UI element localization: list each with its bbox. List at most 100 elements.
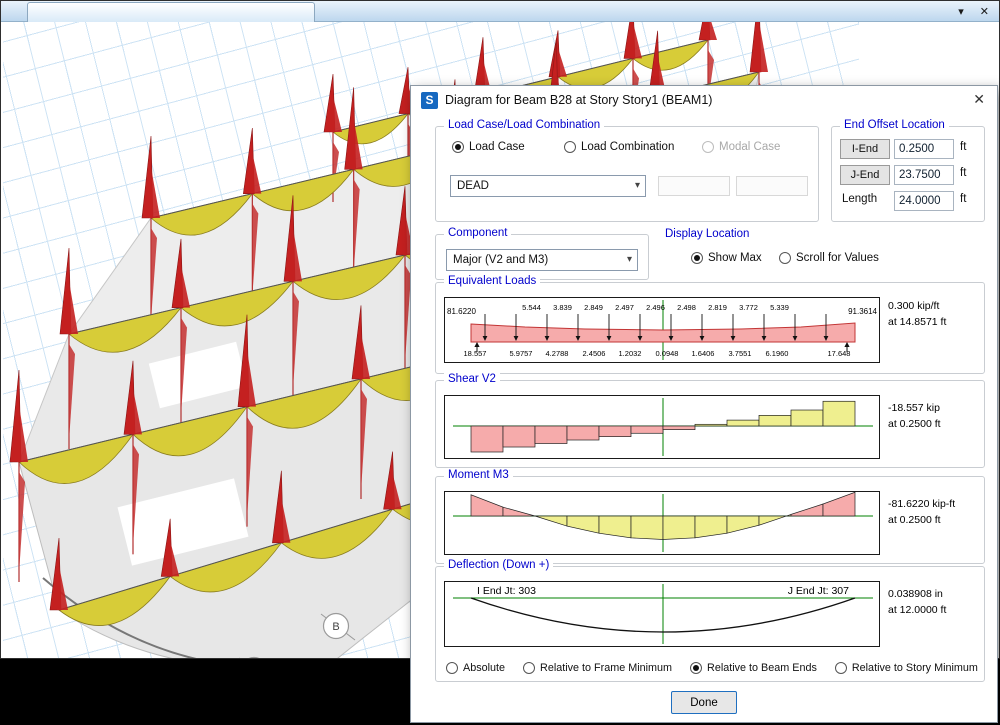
radio-label: Load Case — [469, 141, 525, 153]
svg-text:91.3614: 91.3614 — [848, 307, 877, 316]
svg-text:0.0948: 0.0948 — [656, 349, 679, 358]
radio-load-case[interactable]: Load Case — [452, 141, 525, 153]
radio-label: Relative to Beam Ends — [707, 662, 817, 674]
equivalent-loads-label: Equivalent Loads — [444, 275, 540, 287]
j-end-unit: ft — [960, 167, 966, 179]
svg-text:2.497: 2.497 — [615, 303, 634, 312]
j-end-button[interactable]: J-End — [840, 165, 890, 185]
load-case-select[interactable]: DEAD ▾ — [450, 175, 646, 197]
svg-text:3.7551: 3.7551 — [729, 349, 752, 358]
equivalent-loads-group: Equivalent Loads 5.5443.8392.8492.4972.4… — [435, 282, 985, 374]
radio-label: Absolute — [463, 662, 505, 674]
radio-icon — [702, 141, 714, 153]
svg-text:2.496: 2.496 — [646, 303, 665, 312]
radio-icon — [779, 252, 791, 264]
view-tab[interactable]: 3-D View Moment 3-3 Diagram (DEAD) [kip-… — [27, 2, 315, 22]
svg-text:2.819: 2.819 — [708, 303, 727, 312]
end-offset-group: End Offset Location I-End ft J-End ft Le… — [831, 126, 985, 222]
equivalent-loads-info: 0.300 kip/ft at 14.8571 ft — [888, 299, 946, 331]
window-close-icon[interactable]: ✕ — [980, 5, 989, 18]
moment-label: Moment M3 — [444, 469, 513, 481]
done-button[interactable]: Done — [671, 691, 737, 714]
svg-text:2.498: 2.498 — [677, 303, 696, 312]
radio-relative-frame-minimum[interactable]: Relative to Frame Minimum — [523, 662, 672, 674]
j-end-input[interactable] — [894, 165, 954, 185]
radio-absolute[interactable]: Absolute — [446, 662, 505, 674]
length-unit: ft — [960, 193, 966, 205]
svg-text:B: B — [332, 621, 339, 633]
radio-label: Relative to Frame Minimum — [540, 662, 672, 674]
radio-relative-story-minimum[interactable]: Relative to Story Minimum — [835, 662, 978, 674]
load-case-group: Load Case/Load Combination Load Case Loa… — [435, 126, 819, 222]
radio-load-combination[interactable]: Load Combination — [564, 141, 674, 153]
radio-icon — [835, 662, 847, 674]
svg-text:5.9757: 5.9757 — [510, 349, 533, 358]
i-end-button[interactable]: I-End — [840, 139, 890, 159]
svg-text:81.6220: 81.6220 — [447, 307, 476, 316]
radio-label: Modal Case — [719, 141, 780, 153]
length-label: Length — [842, 193, 877, 205]
moment-group: Moment M3 -81.6220 kip-ft at 0.2500 ft — [435, 476, 985, 564]
svg-text:18.557: 18.557 — [464, 349, 487, 358]
svg-text:3.772: 3.772 — [739, 303, 758, 312]
radio-icon — [691, 252, 703, 264]
svg-text:6.1960: 6.1960 — [766, 349, 789, 358]
radio-label: Scroll for Values — [796, 252, 879, 264]
i-end-unit: ft — [960, 141, 966, 153]
component-group: Component Major (V2 and M3) ▾ — [435, 234, 649, 280]
load-case-group-label: Load Case/Load Combination — [444, 119, 604, 131]
svg-text:1.6406: 1.6406 — [692, 349, 715, 358]
svg-text:2.849: 2.849 — [584, 303, 603, 312]
deflection-info: 0.038908 in at 12.0000 ft — [888, 587, 946, 619]
length-input[interactable] — [894, 191, 954, 211]
component-selected-value: Major (V2 and M3) — [453, 254, 548, 266]
svg-text:3.839: 3.839 — [553, 303, 572, 312]
load-case-selected-value: DEAD — [457, 180, 489, 192]
equivalent-loads-plot[interactable]: 5.544 3.839 2.849 2.497 2.496 2.498 2.819 3.772… — [444, 297, 880, 363]
radio-relative-beam-ends[interactable]: Relative to Beam Ends — [690, 662, 817, 674]
svg-text:4.2788: 4.2788 — [546, 349, 569, 358]
shear-info: -18.557 kip at 0.2500 ft — [888, 401, 941, 433]
chevron-down-icon: ▾ — [635, 180, 640, 191]
moment-plot[interactable] — [444, 491, 880, 555]
display-location-label: Display Location — [665, 228, 749, 240]
radio-scroll-for-values[interactable]: Scroll for Values — [779, 252, 879, 264]
component-group-label: Component — [444, 227, 511, 239]
svg-text:5.339: 5.339 — [770, 303, 789, 312]
radio-icon — [446, 662, 458, 674]
app-logo-icon: S — [421, 92, 438, 109]
radio-icon — [564, 141, 576, 153]
window-titlebar: 3-D View Moment 3-3 Diagram (DEAD) [kip-… — [1, 1, 999, 22]
deflection-label: Deflection (Down +) — [444, 559, 553, 571]
svg-text:1.2032: 1.2032 — [619, 349, 642, 358]
deflection-group: Deflection (Down +) I End Jt: 303J End J… — [435, 566, 985, 682]
dialog-title: Diagram for Beam B28 at Story Story1 (BE… — [445, 93, 712, 107]
radio-show-max[interactable]: Show Max — [691, 252, 762, 264]
moment-info: -81.6220 kip-ft at 0.2500 ft — [888, 497, 955, 529]
shear-group: Shear V2 -18.557 kip at 0.2500 ft — [435, 380, 985, 468]
modal-case-field-disabled — [736, 176, 808, 196]
svg-text:5.544: 5.544 — [522, 303, 541, 312]
shear-label: Shear V2 — [444, 373, 500, 385]
radio-icon — [523, 662, 535, 674]
window-menu-icon[interactable]: ▾ — [958, 5, 964, 18]
svg-text:J End Jt: 307: J End Jt: 307 — [788, 585, 849, 597]
shear-plot[interactable] — [444, 395, 880, 459]
component-select[interactable]: Major (V2 and M3) ▾ — [446, 249, 638, 271]
radio-icon — [690, 662, 702, 674]
radio-modal-case: Modal Case — [702, 141, 780, 153]
window-controls: ▾ ✕ — [958, 1, 989, 22]
svg-text:I End Jt: 303: I End Jt: 303 — [477, 585, 536, 597]
radio-icon — [452, 141, 464, 153]
end-offset-group-label: End Offset Location — [840, 119, 949, 131]
deflection-options: Absolute Relative to Frame Minimum Relat… — [446, 662, 978, 674]
dialog-close-icon[interactable]: ✕ — [973, 91, 985, 108]
radio-label: Relative to Story Minimum — [852, 662, 978, 674]
svg-text:2.4506: 2.4506 — [583, 349, 606, 358]
radio-label: Show Max — [708, 252, 762, 264]
i-end-input[interactable] — [894, 139, 954, 159]
beam-diagram-dialog: S Diagram for Beam B28 at Story Story1 (… — [410, 85, 998, 723]
deflection-plot[interactable]: I End Jt: 303 J End Jt: 307 — [444, 581, 880, 647]
radio-label: Load Combination — [581, 141, 674, 153]
load-combination-field-disabled — [658, 176, 730, 196]
